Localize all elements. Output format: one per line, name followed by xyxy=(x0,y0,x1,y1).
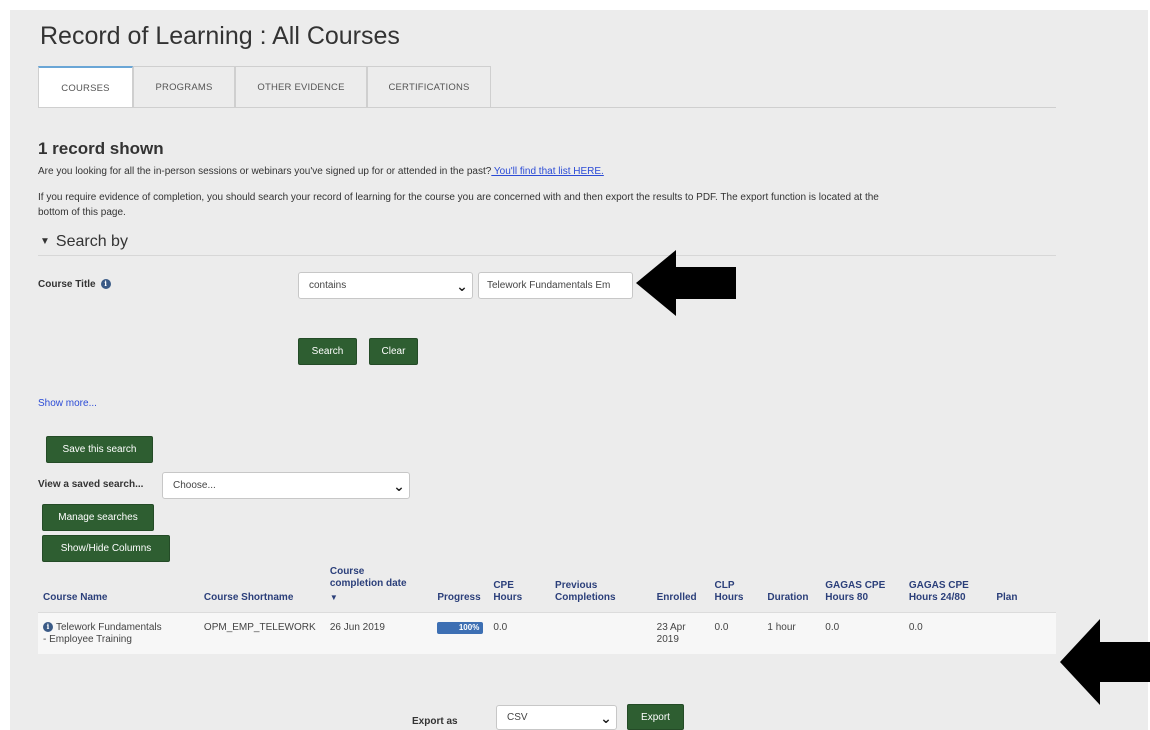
cell-shortname: OPM_EMP_TELEWORK xyxy=(198,612,325,654)
tab-bar: COURSES PROGRAMS OTHER EVIDENCE CERTIFIC… xyxy=(38,66,1056,108)
search-button[interactable]: Search xyxy=(298,338,357,365)
col-gagas80-line2: Hours 80 xyxy=(825,592,869,603)
cell-clp-hours: 0.0 xyxy=(709,612,763,654)
show-more-link[interactable]: Show more... xyxy=(38,398,97,409)
export-format-value: CSV xyxy=(507,712,528,723)
sessions-link[interactable]: You'll find that list HERE. xyxy=(491,166,604,177)
left-arrow-annotation xyxy=(1060,619,1150,705)
cell-gagas-80: 0.0 xyxy=(820,612,904,654)
table-header-row: Course Name Course Shortname Course comp… xyxy=(38,566,1056,613)
search-by-toggle[interactable]: ▼ Search by xyxy=(40,233,128,251)
course-title-input-value: Telework Fundamentals Em xyxy=(487,280,611,291)
cell-duration: 1 hour xyxy=(762,612,821,654)
intro-question: Are you looking for all the in-person se… xyxy=(38,166,492,177)
enrolled-line1: 23 Apr xyxy=(656,622,686,633)
chevron-down-icon: ⌄ xyxy=(393,477,405,494)
col-clp-hours[interactable]: CLP Hours xyxy=(710,566,763,613)
cell-previous xyxy=(550,612,652,654)
export-button[interactable]: Export xyxy=(627,704,684,730)
col-prev-line1: Previous xyxy=(555,580,598,591)
course-name-line1[interactable]: Telework Fundamentals xyxy=(56,622,162,633)
show-hide-columns-button[interactable]: Show/Hide Columns xyxy=(42,535,170,562)
export-format-select[interactable]: CSV ⌄ xyxy=(496,705,617,730)
clear-button[interactable]: Clear xyxy=(369,338,418,365)
info-icon[interactable]: i xyxy=(100,279,111,290)
page-title: Record of Learning : All Courses xyxy=(40,22,400,50)
left-arrow-annotation xyxy=(636,250,736,316)
tab-courses[interactable]: COURSES xyxy=(38,66,133,108)
col-plan[interactable]: Plan xyxy=(991,566,1056,613)
results-table: Course Name Course Shortname Course comp… xyxy=(38,566,1056,654)
cell-course-name[interactable]: i Telework Fundamentals - Employee Traini… xyxy=(38,612,199,654)
tab-divider xyxy=(38,107,1056,108)
view-saved-search-label: View a saved search... xyxy=(38,479,144,490)
col-enrolled[interactable]: Enrolled xyxy=(652,566,710,613)
course-title-label: Course Title i xyxy=(38,279,111,290)
saved-search-select[interactable]: Choose... ⌄ xyxy=(162,472,410,499)
col-completion-date-line2: completion date xyxy=(329,578,407,589)
cell-plan xyxy=(991,612,1056,654)
export-as-label: Export as xyxy=(412,716,458,727)
progress-bar: 100% xyxy=(437,622,484,634)
save-search-button[interactable]: Save this search xyxy=(46,436,153,463)
cell-completion-date: 26 Jun 2019 xyxy=(324,612,433,654)
cell-progress: 100% xyxy=(432,612,489,654)
tab-programs[interactable]: PROGRAMS xyxy=(133,66,235,107)
chevron-down-icon: ⌄ xyxy=(600,709,612,726)
evidence-text-line1: If you require evidence of completion, y… xyxy=(38,192,879,203)
tab-other-evidence[interactable]: OTHER EVIDENCE xyxy=(235,66,367,107)
col-course-shortname[interactable]: Course Shortname xyxy=(199,566,325,613)
col-gagas24-line2: Hours 24/80 xyxy=(908,592,966,603)
col-gagas-80[interactable]: GAGAS CPE Hours 80 xyxy=(820,566,904,613)
col-gagas80-line1: GAGAS CPE xyxy=(825,580,886,591)
caret-down-icon: ▼ xyxy=(40,236,50,247)
evidence-text-line2: bottom of this page. xyxy=(38,207,126,218)
saved-search-value: Choose... xyxy=(173,480,216,491)
sort-desc-icon: ▼ xyxy=(329,593,338,602)
course-title-input[interactable]: Telework Fundamentals Em xyxy=(478,272,633,299)
info-icon[interactable]: i xyxy=(43,622,53,633)
col-completion-date[interactable]: Course completion date ▼ xyxy=(325,566,432,613)
col-cpe-hours[interactable]: CPE Hours xyxy=(488,566,550,613)
col-cpe-line2: Hours xyxy=(493,592,523,603)
enrolled-line2: 2019 xyxy=(656,634,679,645)
manage-searches-button[interactable]: Manage searches xyxy=(42,504,154,531)
cell-enrolled: 23 Apr 2019 xyxy=(651,612,710,654)
col-previous-completions[interactable]: Previous Completions xyxy=(550,566,652,613)
cell-cpe-hours: 0.0 xyxy=(488,612,551,654)
operator-select[interactable]: contains ⌄ xyxy=(298,272,473,299)
col-course-name[interactable]: Course Name xyxy=(38,566,199,613)
tab-certifications[interactable]: CERTIFICATIONS xyxy=(367,66,491,107)
col-clp-line1: CLP xyxy=(714,580,735,591)
col-prev-line2: Completions xyxy=(555,592,616,603)
chevron-down-icon: ⌄ xyxy=(456,277,468,294)
operator-value: contains xyxy=(309,280,347,291)
course-name-line2: - Employee Training xyxy=(43,634,132,645)
records-count: 1 record shown xyxy=(38,139,164,158)
intro-text: Are you looking for all the in-person se… xyxy=(38,166,604,177)
col-completion-date-line1: Course xyxy=(329,566,365,577)
search-by-divider xyxy=(38,255,1056,256)
col-progress[interactable]: Progress xyxy=(432,566,488,613)
table-row: i Telework Fundamentals - Employee Traini… xyxy=(38,612,1056,654)
col-gagas24-line1: GAGAS CPE xyxy=(908,580,969,591)
search-by-heading: Search by xyxy=(55,233,128,250)
col-gagas-24-80[interactable]: GAGAS CPE Hours 24/80 xyxy=(904,566,992,613)
course-title-text: Course Title xyxy=(38,279,96,290)
col-clp-line2: Hours xyxy=(714,592,744,603)
cell-gagas-24-80: 0.0 xyxy=(903,612,992,654)
col-duration[interactable]: Duration xyxy=(762,566,820,613)
col-cpe-line1: CPE xyxy=(493,580,514,591)
